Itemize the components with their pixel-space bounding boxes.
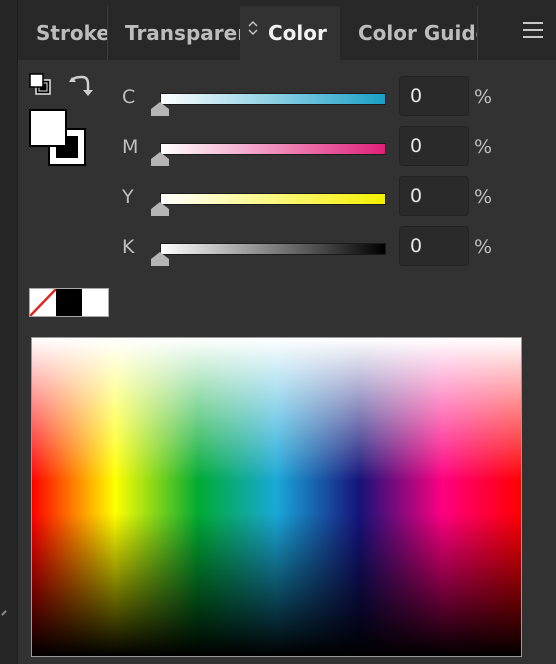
magenta-unit: % (474, 136, 493, 158)
none-swatch[interactable] (30, 289, 56, 316)
gutter-grip-icon[interactable] (1, 610, 7, 616)
magenta-value-input[interactable]: 0 (399, 126, 469, 166)
magenta-slider-track[interactable] (160, 143, 386, 155)
color-spectrum[interactable] (31, 337, 522, 657)
cyan-row: C 0 % (18, 76, 556, 120)
cyan-slider-track[interactable] (160, 93, 386, 105)
tab-stroke[interactable]: Stroke (18, 6, 107, 60)
cyan-value-input[interactable]: 0 (399, 76, 469, 116)
black-value-input[interactable]: 0 (399, 226, 469, 266)
cyan-unit: % (474, 86, 493, 108)
white-swatch[interactable] (82, 289, 108, 316)
magenta-row: M 0 % (18, 126, 556, 170)
tab-label: Transparen (125, 21, 240, 45)
tab-color[interactable]: Color (240, 6, 340, 60)
cyan-label: C (122, 86, 136, 108)
yellow-row: Y 0 % (18, 176, 556, 220)
left-gutter (0, 0, 18, 664)
yellow-unit: % (474, 186, 493, 208)
magenta-label: M (122, 136, 139, 158)
magenta-slider-thumb[interactable] (150, 151, 170, 167)
color-panel: Stroke Transparen Color Color Guide C 0 … (18, 0, 556, 664)
quick-swatches (29, 288, 109, 317)
black-slider-thumb[interactable] (150, 251, 170, 267)
black-slider-track[interactable] (160, 243, 386, 255)
yellow-label: Y (122, 186, 134, 208)
tab-label: Color (268, 21, 327, 45)
tab-bar: Stroke Transparen Color Color Guide (18, 0, 556, 60)
yellow-slider-thumb[interactable] (150, 201, 170, 217)
black-label: K (122, 236, 135, 258)
black-unit: % (474, 236, 493, 258)
yellow-value-input[interactable]: 0 (399, 176, 469, 216)
black-row: K 0 % (18, 226, 556, 270)
tab-transparency[interactable]: Transparen (107, 6, 240, 60)
updown-arrows-icon[interactable] (248, 6, 262, 59)
tab-label: Color Guide (358, 21, 477, 45)
yellow-slider-track[interactable] (160, 193, 386, 205)
tab-label: Stroke (36, 21, 107, 45)
cyan-slider-thumb[interactable] (150, 101, 170, 117)
black-swatch[interactable] (56, 289, 82, 316)
tab-color-guide[interactable]: Color Guide (340, 6, 477, 60)
hamburger-menu-icon[interactable] (523, 22, 543, 38)
